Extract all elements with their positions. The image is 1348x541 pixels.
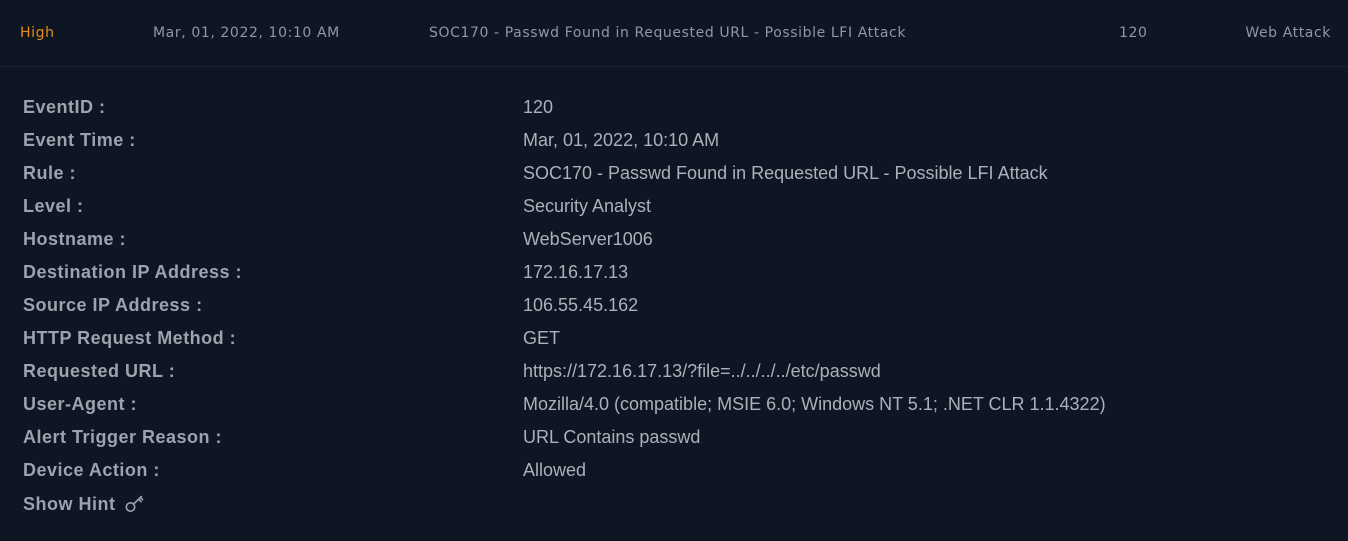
detail-value: 172.16.17.13 [523, 262, 629, 282]
alert-rule: SOC170 - Passwd Found in Requested URL -… [429, 25, 907, 41]
detail-value: Allowed [523, 460, 587, 480]
detail-label: Rule : [23, 163, 77, 183]
detail-label: Source IP Address : [23, 295, 203, 315]
detail-row-device-action: Device Action : Allowed [0, 459, 1348, 492]
detail-row-rule: Rule : SOC170 - Passwd Found in Requeste… [0, 162, 1348, 195]
alert-details: EventID : 120 Event Time : Mar, 01, 2022… [0, 96, 1348, 492]
detail-value: URL Contains passwd [523, 427, 701, 447]
detail-label: Device Action : [23, 460, 160, 480]
detail-value: Security Analyst [523, 196, 652, 216]
show-hint-label: Show Hint [23, 494, 116, 514]
detail-label: User-Agent : [23, 394, 138, 414]
alert-event-id: 120 [1119, 25, 1148, 41]
detail-row-hostname: Hostname : WebServer1006 [0, 228, 1348, 261]
detail-label: Alert Trigger Reason : [23, 427, 223, 447]
detail-value: Mar, 01, 2022, 10:10 AM [523, 130, 720, 150]
detail-row-level: Level : Security Analyst [0, 195, 1348, 228]
detail-value: 120 [523, 97, 554, 117]
detail-label: Requested URL : [23, 361, 176, 381]
alert-date: Mar, 01, 2022, 10:10 AM [153, 25, 340, 41]
detail-value: WebServer1006 [523, 229, 653, 249]
alert-row[interactable]: High Mar, 01, 2022, 10:10 AM SOC170 - Pa… [0, 0, 1348, 67]
alert-detail-page: High Mar, 01, 2022, 10:10 AM SOC170 - Pa… [0, 0, 1348, 541]
detail-label: Destination IP Address : [23, 262, 243, 282]
detail-label: EventID : [23, 97, 106, 117]
detail-label: Hostname : [23, 229, 127, 249]
show-hint-button[interactable]: Show Hint [23, 492, 146, 516]
detail-row-user-agent: User-Agent : Mozilla/4.0 (compatible; MS… [0, 393, 1348, 426]
detail-row-requested-url: Requested URL : https://172.16.17.13/?fi… [0, 360, 1348, 393]
key-icon [125, 495, 143, 512]
detail-row-trigger-reason: Alert Trigger Reason : URL Contains pass… [0, 426, 1348, 459]
detail-value: https://172.16.17.13/?file=../../../../e… [523, 361, 881, 381]
alert-type: Web Attack [1245, 25, 1331, 41]
detail-row-http-method: HTTP Request Method : GET [0, 327, 1348, 360]
detail-label: HTTP Request Method : [23, 328, 237, 348]
detail-row-event-time: Event Time : Mar, 01, 2022, 10:10 AM [0, 129, 1348, 162]
detail-label: Event Time : [23, 130, 136, 150]
detail-row-destination-ip: Destination IP Address : 172.16.17.13 [0, 261, 1348, 294]
detail-row-event-id: EventID : 120 [0, 96, 1348, 129]
detail-value: 106.55.45.162 [523, 295, 639, 315]
detail-value: Mozilla/4.0 (compatible; MSIE 6.0; Windo… [523, 394, 1106, 414]
alert-level: High [20, 25, 55, 41]
detail-row-source-ip: Source IP Address : 106.55.45.162 [0, 294, 1348, 327]
detail-value: SOC170 - Passwd Found in Requested URL -… [523, 163, 1048, 183]
detail-value: GET [523, 328, 561, 348]
detail-label: Level : [23, 196, 84, 216]
